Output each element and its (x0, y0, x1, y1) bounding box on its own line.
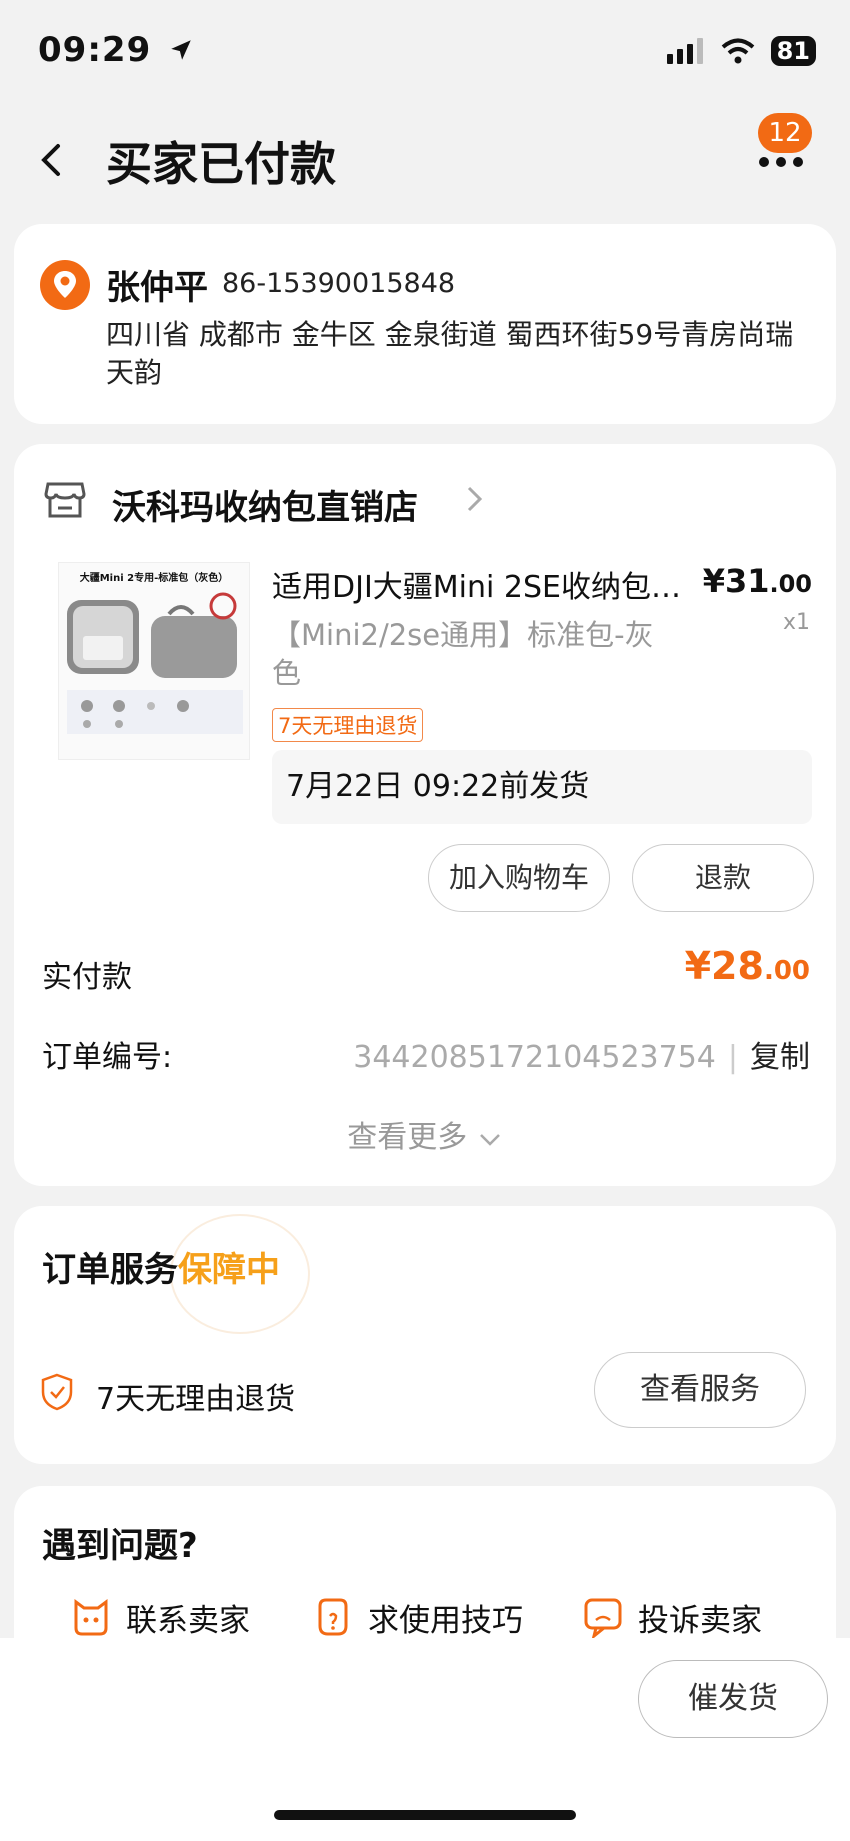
home-indicator[interactable] (274, 1810, 576, 1820)
battery-indicator: 81 (770, 36, 816, 66)
signal-icon (666, 38, 703, 64)
tips-icon (318, 1598, 348, 1636)
return-policy-tag: 7天无理由退货 (272, 708, 424, 742)
service-title: 订单服务保障中 (42, 1250, 280, 1290)
copy-order-number-button[interactable]: 复制 (750, 1040, 810, 1075)
paid-amount-label: 实付款 (42, 960, 132, 995)
paid-amount: ¥28.00 (684, 944, 810, 988)
receiver-phone: 86-15390015848 (222, 268, 456, 299)
product-sku: 【Mini2/2se通用】标准包-灰色 (272, 618, 654, 690)
status-time: 09:29 (38, 30, 194, 70)
service-item: 7天无理由退货 (96, 1382, 296, 1417)
location-arrow-icon (171, 40, 191, 60)
complain-seller-button[interactable]: 投诉卖家 (580, 1594, 762, 1640)
product-title[interactable]: 适用DJI大疆Mini 2SE收纳包… (272, 562, 692, 606)
order-number-row: 3442085172104523754 | 复制 (353, 1032, 810, 1076)
address-card[interactable]: 张仲平 86-15390015848 四川省 成都市 金牛区 金泉街道 蜀西环街… (14, 224, 836, 424)
product-price: ¥31.00 (702, 562, 812, 600)
receiver-name: 张仲平 (106, 268, 208, 308)
usage-tips-button[interactable]: 求使用技巧 (310, 1594, 523, 1640)
order-card: 沃科玛收纳包直销店 大疆Mini 2专用-标准包（灰色） 适用DJI大疆Mini… (14, 444, 836, 1186)
receiver-address: 四川省 成都市 金牛区 金泉街道 蜀西环街59号青房尚瑞天韵 (106, 318, 794, 389)
shield-check-icon (40, 1372, 74, 1412)
location-pin-icon (40, 260, 90, 310)
shop-icon (42, 476, 88, 522)
wifi-icon (721, 38, 754, 64)
order-number: 3442085172104523754 (353, 1040, 716, 1075)
shipping-deadline: 7月22日 09:22前发货 (272, 750, 812, 824)
complaint-icon (584, 1598, 622, 1640)
service-card: 订单服务保障中 7天无理由退货 查看服务 (14, 1206, 836, 1464)
chevron-right-icon[interactable] (464, 484, 486, 522)
chevron-down-icon (479, 1133, 500, 1146)
chat-icon (74, 1599, 108, 1636)
add-to-cart-button[interactable]: 加入购物车 (428, 844, 610, 912)
chevron-left-icon (41, 144, 60, 176)
contact-seller-button[interactable]: 联系卖家 (68, 1594, 250, 1640)
refund-button[interactable]: 退款 (632, 844, 814, 912)
back-button[interactable] (30, 130, 70, 190)
bottom-action-bar: 催发货 (0, 1638, 850, 1841)
help-title: 遇到问题? (42, 1526, 198, 1566)
urge-shipping-button[interactable]: 催发货 (638, 1660, 828, 1738)
drone-case-illustration (67, 592, 243, 734)
shop-name-link[interactable]: 沃科玛收纳包直销店 (112, 480, 418, 529)
message-count-badge: 12 (758, 113, 812, 153)
product-image[interactable]: 大疆Mini 2专用-标准包（灰色） (58, 562, 250, 760)
product-quantity: x1 (782, 610, 810, 635)
page-title: 买家已付款 (106, 137, 336, 191)
order-number-label: 订单编号: (42, 1040, 173, 1075)
product-image-caption: 大疆Mini 2专用-标准包（灰色） (79, 573, 229, 584)
separator: | (727, 1040, 738, 1075)
view-service-button[interactable]: 查看服务 (594, 1352, 806, 1428)
status-icons: 81 (666, 36, 816, 66)
see-more-button[interactable]: 查看更多 (14, 1112, 836, 1156)
